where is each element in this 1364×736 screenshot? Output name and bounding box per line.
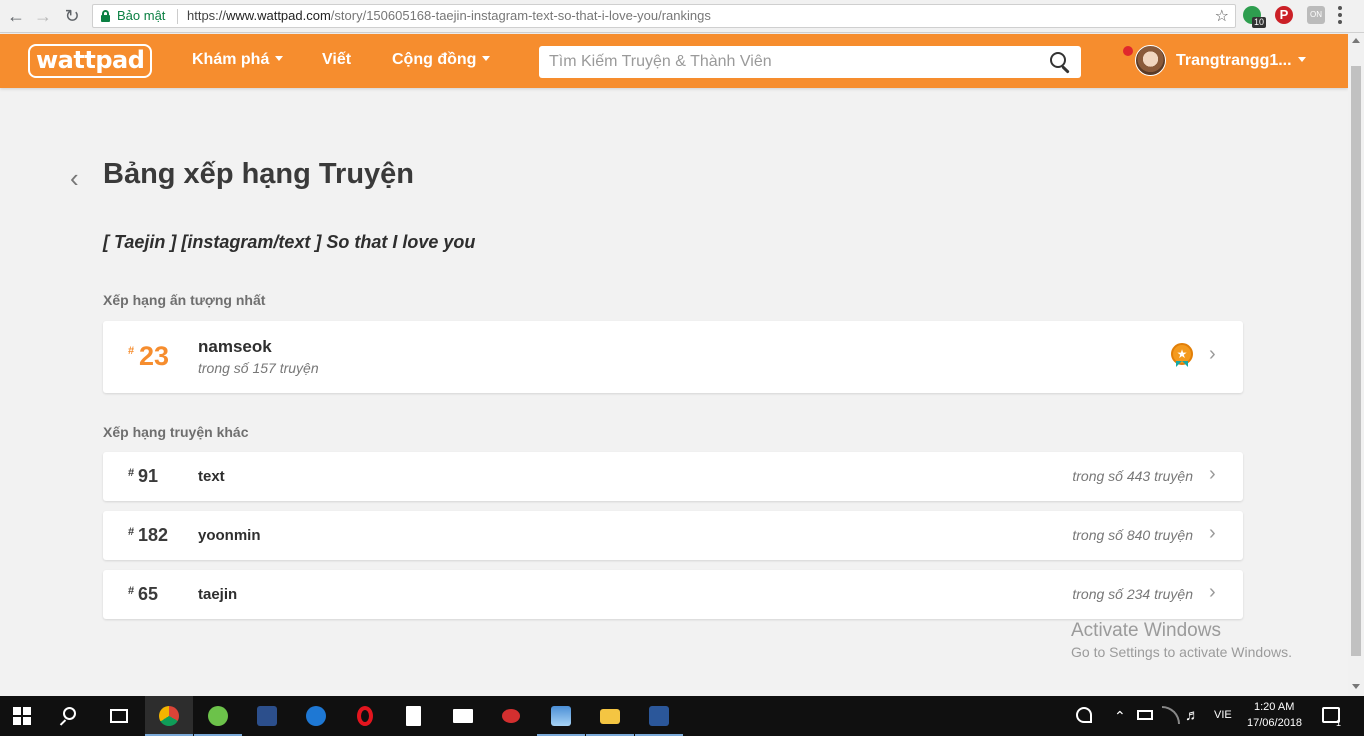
scroll-down-icon[interactable]: [1352, 684, 1360, 689]
rank-hash: #: [128, 526, 135, 538]
lock-icon: [101, 10, 110, 22]
story-title[interactable]: [ Taejin ] [instagram/text ] So that I l…: [103, 232, 475, 253]
taskbar-edge-icon[interactable]: [292, 696, 340, 736]
taskbar-word-icon[interactable]: [635, 696, 683, 736]
extension-badge: 10: [1252, 17, 1267, 28]
ranking-total: trong số 234 truyện: [1072, 586, 1193, 602]
site-header: wattpad Khám phá Viết Cộng đồng Trangtra…: [0, 34, 1348, 88]
featured-section-label: Xếp hạng ấn tượng nhất: [103, 292, 266, 308]
nav-community-label: Cộng đồng: [392, 51, 477, 68]
taskbar-search-icon[interactable]: [48, 696, 96, 736]
url-path: /story/150605168-taejin-instagram-text-s…: [330, 8, 711, 23]
pinterest-icon[interactable]: P: [1275, 6, 1293, 24]
nav-discover[interactable]: Khám phá: [192, 51, 284, 69]
medal-star-icon: ★: [1171, 343, 1193, 373]
ranking-tag: text: [198, 468, 225, 485]
ranking-number: 91: [138, 466, 159, 486]
scroll-up-icon[interactable]: [1352, 38, 1360, 43]
rank-hash: #: [128, 585, 135, 597]
forward-arrow-icon[interactable]: →: [32, 5, 54, 27]
clock-time[interactable]: 1:20 AM: [1254, 701, 1294, 713]
people-icon[interactable]: [1076, 707, 1092, 723]
featured-ranking-card[interactable]: # 23 namseok trong số 157 truyện ★ ›: [103, 321, 1243, 393]
tray-chevron-up-icon[interactable]: ⌃: [1114, 708, 1126, 725]
bookmark-star-icon[interactable]: ☆: [1215, 6, 1229, 26]
featured-tag: namseok: [198, 337, 272, 356]
taskbar-mail-icon[interactable]: [439, 696, 487, 736]
browser-menu-icon[interactable]: [1338, 6, 1342, 24]
nav-discover-label: Khám phá: [192, 51, 270, 68]
taskbar-garena-icon[interactable]: [488, 696, 536, 736]
chevron-down-icon: [482, 56, 491, 61]
wifi-icon[interactable]: [1162, 706, 1180, 724]
ranking-number: 182: [138, 525, 169, 545]
taskbar-app-blue-icon[interactable]: [243, 696, 291, 736]
rank-hash: #: [128, 345, 135, 357]
volume-icon[interactable]: ♬: [1185, 707, 1200, 724]
page-title: Bảng xếp hạng Truyện: [103, 158, 414, 190]
language-indicator[interactable]: VIE: [1214, 709, 1232, 721]
browser-toolbar: ← → ↻ Bảo mật https://www.wattpad.com/st…: [0, 0, 1364, 33]
ranking-row[interactable]: # 182 yoonmin trong số 840 truyện ›: [103, 511, 1243, 560]
featured-rank: 23: [139, 341, 170, 371]
nav-community[interactable]: Cộng đồng: [392, 51, 491, 69]
battery-icon[interactable]: [1137, 710, 1153, 720]
secure-label: Bảo mật: [117, 8, 166, 23]
url-host: www.wattpad.com: [226, 8, 331, 23]
reload-icon[interactable]: ↻: [61, 5, 83, 27]
ranking-number: 65: [138, 584, 159, 604]
user-menu[interactable]: Trangtrangg1...: [1176, 52, 1306, 70]
windows-taskbar: ⌃ ♬ VIE 1:20 AM 17/06/2018 1: [0, 696, 1364, 736]
back-arrow-icon[interactable]: ←: [5, 5, 27, 27]
clock-date[interactable]: 17/06/2018: [1247, 717, 1302, 729]
activate-windows-title: Activate Windows: [1071, 620, 1221, 641]
url-text[interactable]: https://www.wattpad.com/story/150605168-…: [187, 8, 711, 23]
ranking-row[interactable]: # 91 text trong số 443 truyện ›: [103, 452, 1243, 501]
wattpad-logo[interactable]: wattpad: [28, 44, 153, 78]
extension-on-icon[interactable]: ON: [1307, 6, 1325, 24]
taskbar-opera-icon[interactable]: [341, 696, 389, 736]
chevron-right-icon: ›: [1209, 343, 1216, 365]
ranking-tag: yoonmin: [198, 527, 261, 544]
url-scheme: https://: [187, 8, 227, 23]
taskbar-photos-icon[interactable]: [537, 696, 585, 736]
page-scrollbar[interactable]: [1348, 34, 1364, 696]
other-section-label: Xếp hạng truyện khác: [103, 424, 249, 440]
ranking-total: trong số 840 truyện: [1072, 527, 1193, 543]
activate-windows-subtitle: Go to Settings to activate Windows.: [1071, 644, 1292, 660]
chevron-down-icon: [1297, 57, 1306, 62]
nav-write-label: Viết: [322, 51, 352, 68]
ranking-row[interactable]: # 65 taejin trong số 234 truyện ›: [103, 570, 1243, 619]
username-label: Trangtrangg1...: [1176, 52, 1292, 69]
chevron-right-icon: ›: [1209, 522, 1216, 544]
ranking-tag: taejin: [198, 586, 238, 603]
address-bar[interactable]: Bảo mật https://www.wattpad.com/story/15…: [92, 4, 1236, 28]
search-input[interactable]: [539, 46, 1081, 78]
taskbar-explorer-icon[interactable]: [586, 696, 634, 736]
notification-dot[interactable]: [1123, 46, 1133, 56]
chevron-down-icon: [275, 56, 284, 61]
chevron-right-icon: ›: [1209, 463, 1216, 485]
search-icon[interactable]: [1050, 52, 1072, 74]
notification-count: 1: [1336, 718, 1342, 728]
ranking-total: trong số 443 truyện: [1072, 468, 1193, 484]
scroll-thumb[interactable]: [1351, 66, 1361, 656]
nav-write[interactable]: Viết: [322, 51, 351, 69]
taskbar-app-green-icon[interactable]: [194, 696, 242, 736]
taskbar-chrome-icon[interactable]: [145, 696, 193, 736]
address-divider: [177, 9, 178, 24]
taskbar-file-icon[interactable]: [390, 696, 438, 736]
avatar[interactable]: [1135, 45, 1166, 76]
start-button[interactable]: [0, 696, 48, 736]
featured-total: trong số 157 truyện: [198, 360, 319, 376]
chevron-right-icon: ›: [1209, 581, 1216, 603]
rank-hash: #: [128, 467, 135, 479]
task-view-icon[interactable]: [96, 696, 144, 736]
windows-logo-icon: [13, 707, 31, 725]
chevron-left-icon[interactable]: ‹: [70, 165, 86, 191]
